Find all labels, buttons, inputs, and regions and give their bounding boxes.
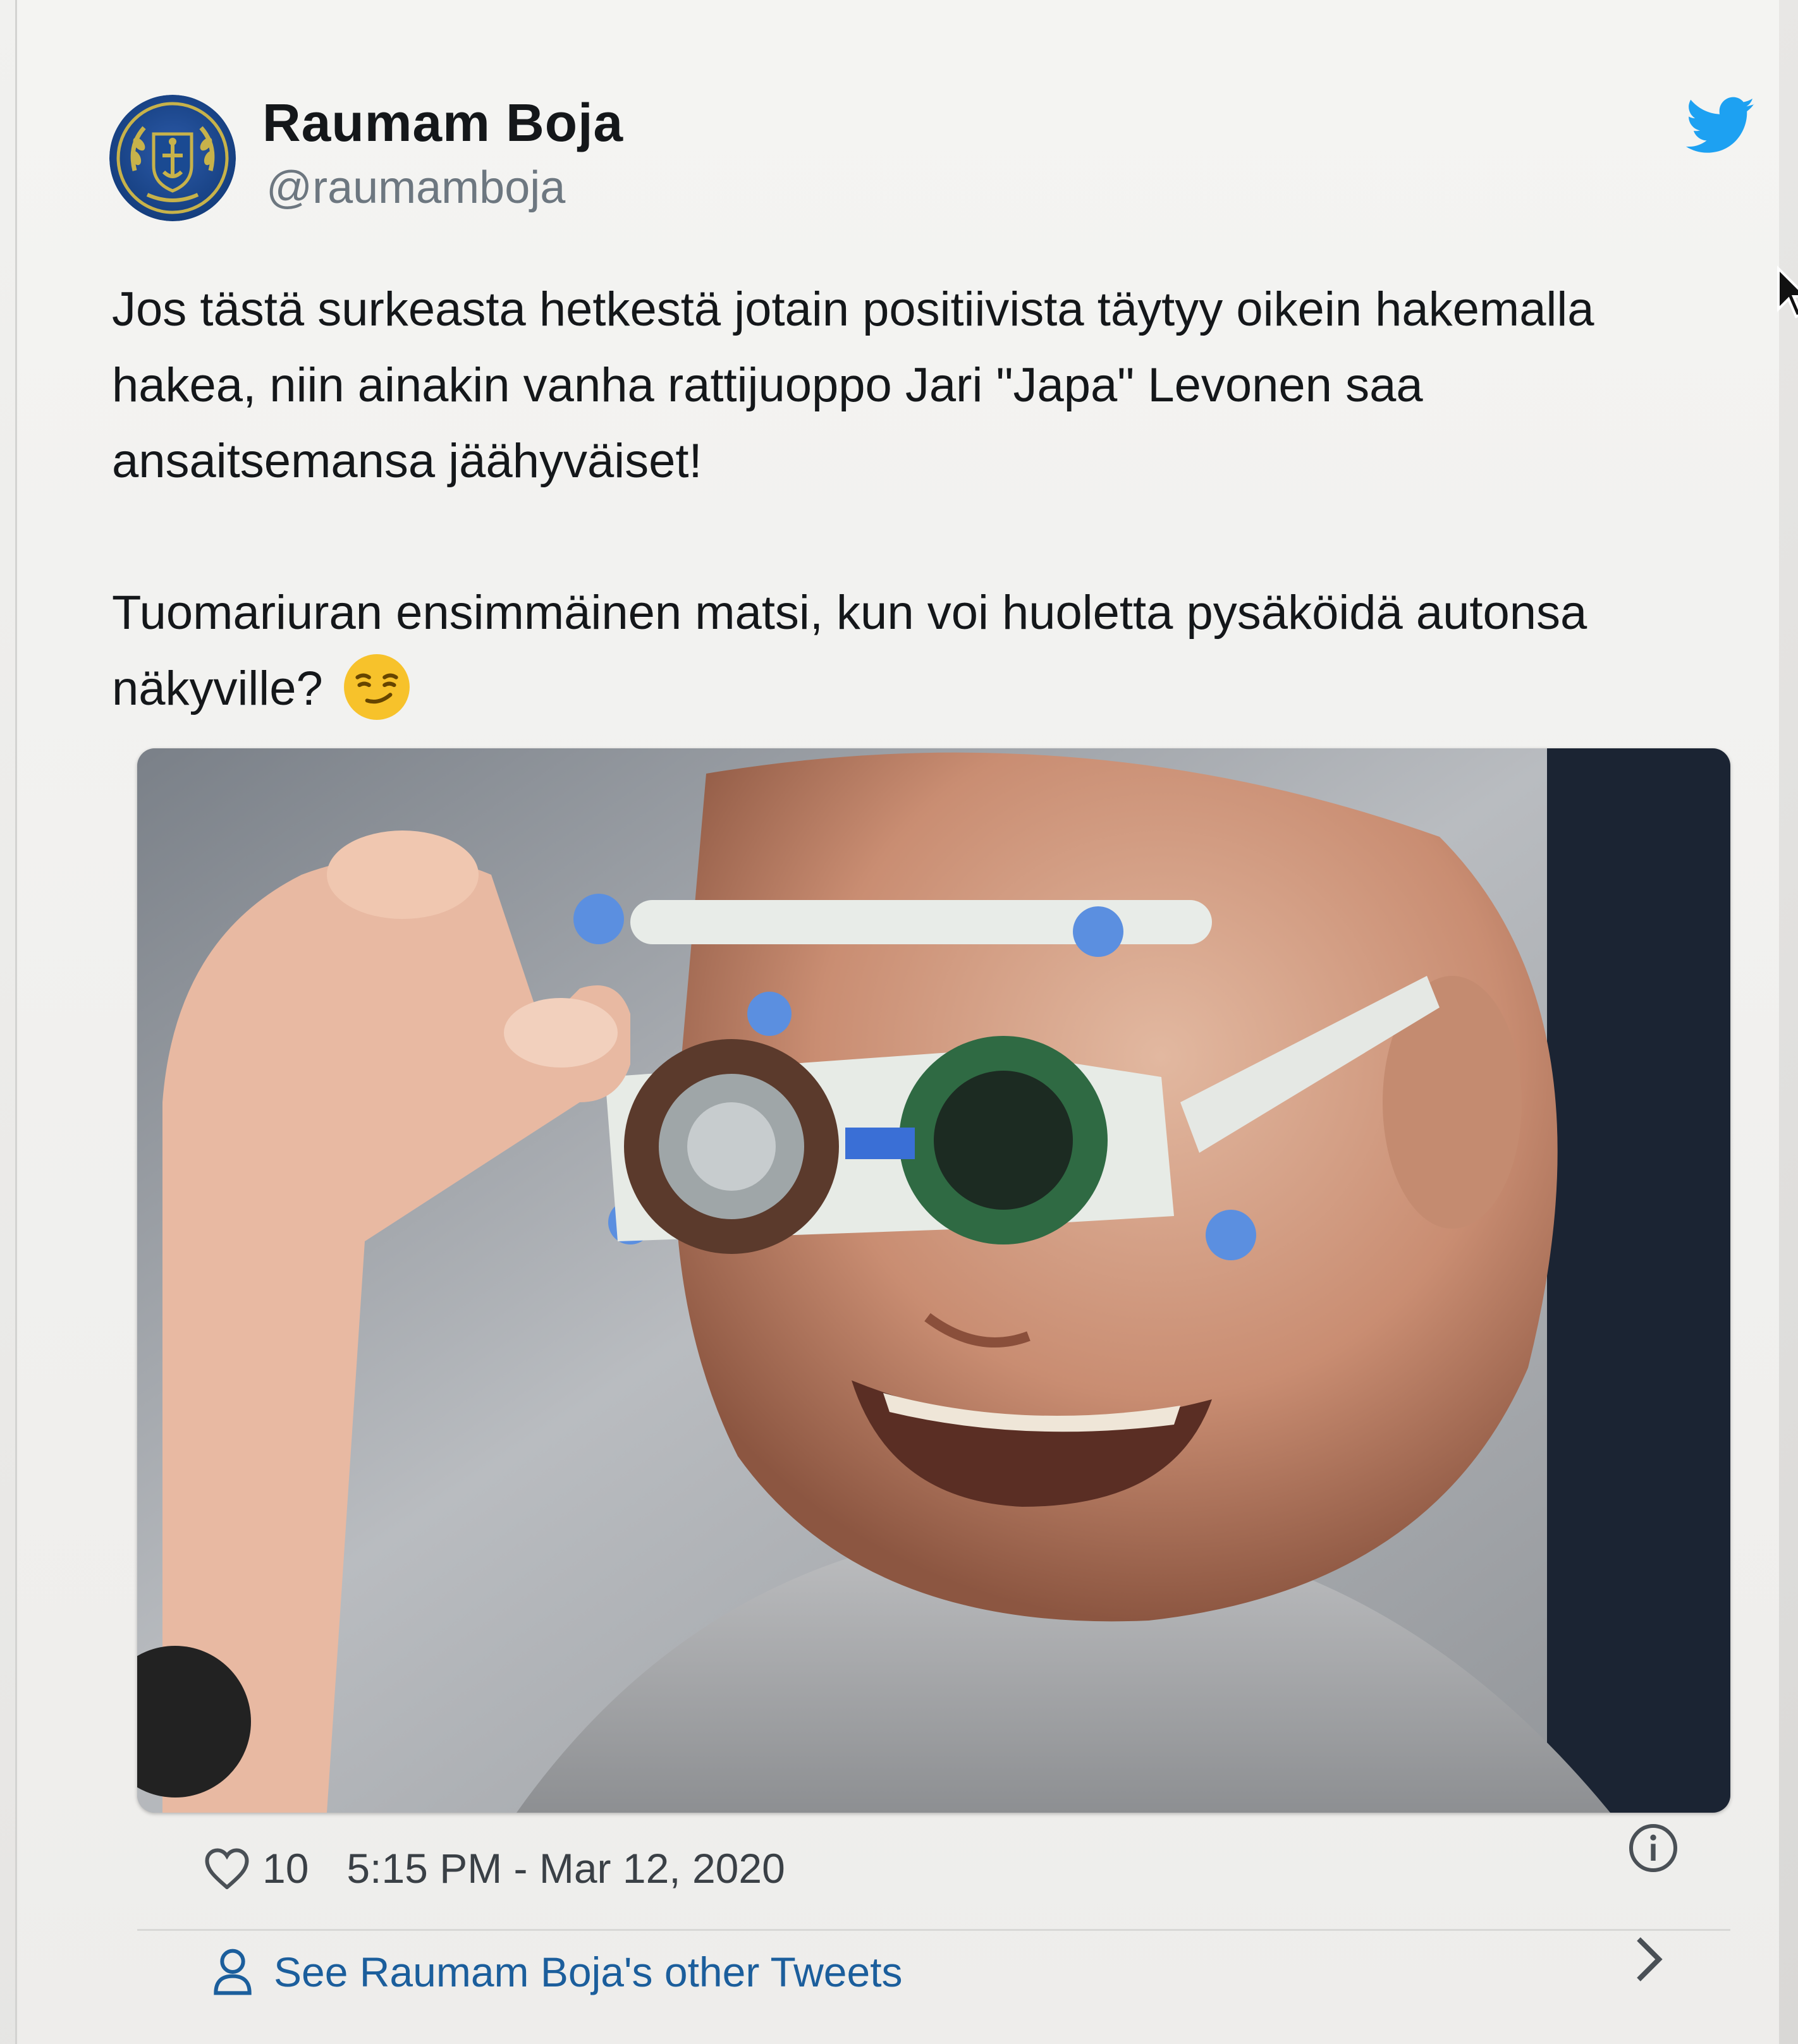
info-icon[interactable] [1628, 1823, 1679, 1873]
tweet-footer: 10 5:15 PM - Mar 12, 2020 [204, 1837, 785, 1900]
author-handle[interactable]: @raumamboja [266, 162, 565, 214]
tweet-paragraph: Tuomariuran ensimmäinen matsi, kun voi h… [112, 575, 1629, 727]
tweet-timestamp[interactable]: 5:15 PM - Mar 12, 2020 [346, 1844, 785, 1892]
tweet-paragraph: Jos tästä surkeasta hetkestä jotain posi… [112, 283, 1594, 488]
author-name[interactable]: Raumam Boja [262, 92, 623, 154]
footer-divider [137, 1929, 1730, 1931]
club-crest-icon [109, 95, 236, 221]
twitter-bird-icon[interactable] [1686, 96, 1756, 156]
tweet-photo[interactable] [137, 748, 1730, 1813]
like-count[interactable]: 10 [262, 1844, 309, 1892]
tweet-text: Jos tästä surkeasta hetkestä jotain posi… [112, 272, 1629, 727]
see-other-tweets-link[interactable]: See Raumam Boja's other Tweets [211, 1947, 903, 1997]
photo-eye-exam-illustration [137, 748, 1730, 1813]
mouse-cursor-icon [1777, 265, 1798, 319]
monitor-screen: Raumam Boja @raumamboja Jos tästä surkea… [0, 0, 1798, 2044]
person-icon [214, 1949, 252, 1995]
see-other-tweets-label[interactable]: See Raumam Boja's other Tweets [274, 1948, 903, 1996]
smirking-face-emoji [343, 654, 410, 720]
tweet-paragraph-text: Tuomariuran ensimmäinen matsi, kun voi h… [112, 586, 1587, 715]
chevron-right-icon[interactable] [1633, 1934, 1665, 1985]
author-avatar[interactable] [109, 95, 236, 221]
heart-icon[interactable] [204, 1847, 250, 1889]
embedded-tweet-card: Raumam Boja @raumamboja Jos tästä surkea… [15, 0, 1798, 2044]
